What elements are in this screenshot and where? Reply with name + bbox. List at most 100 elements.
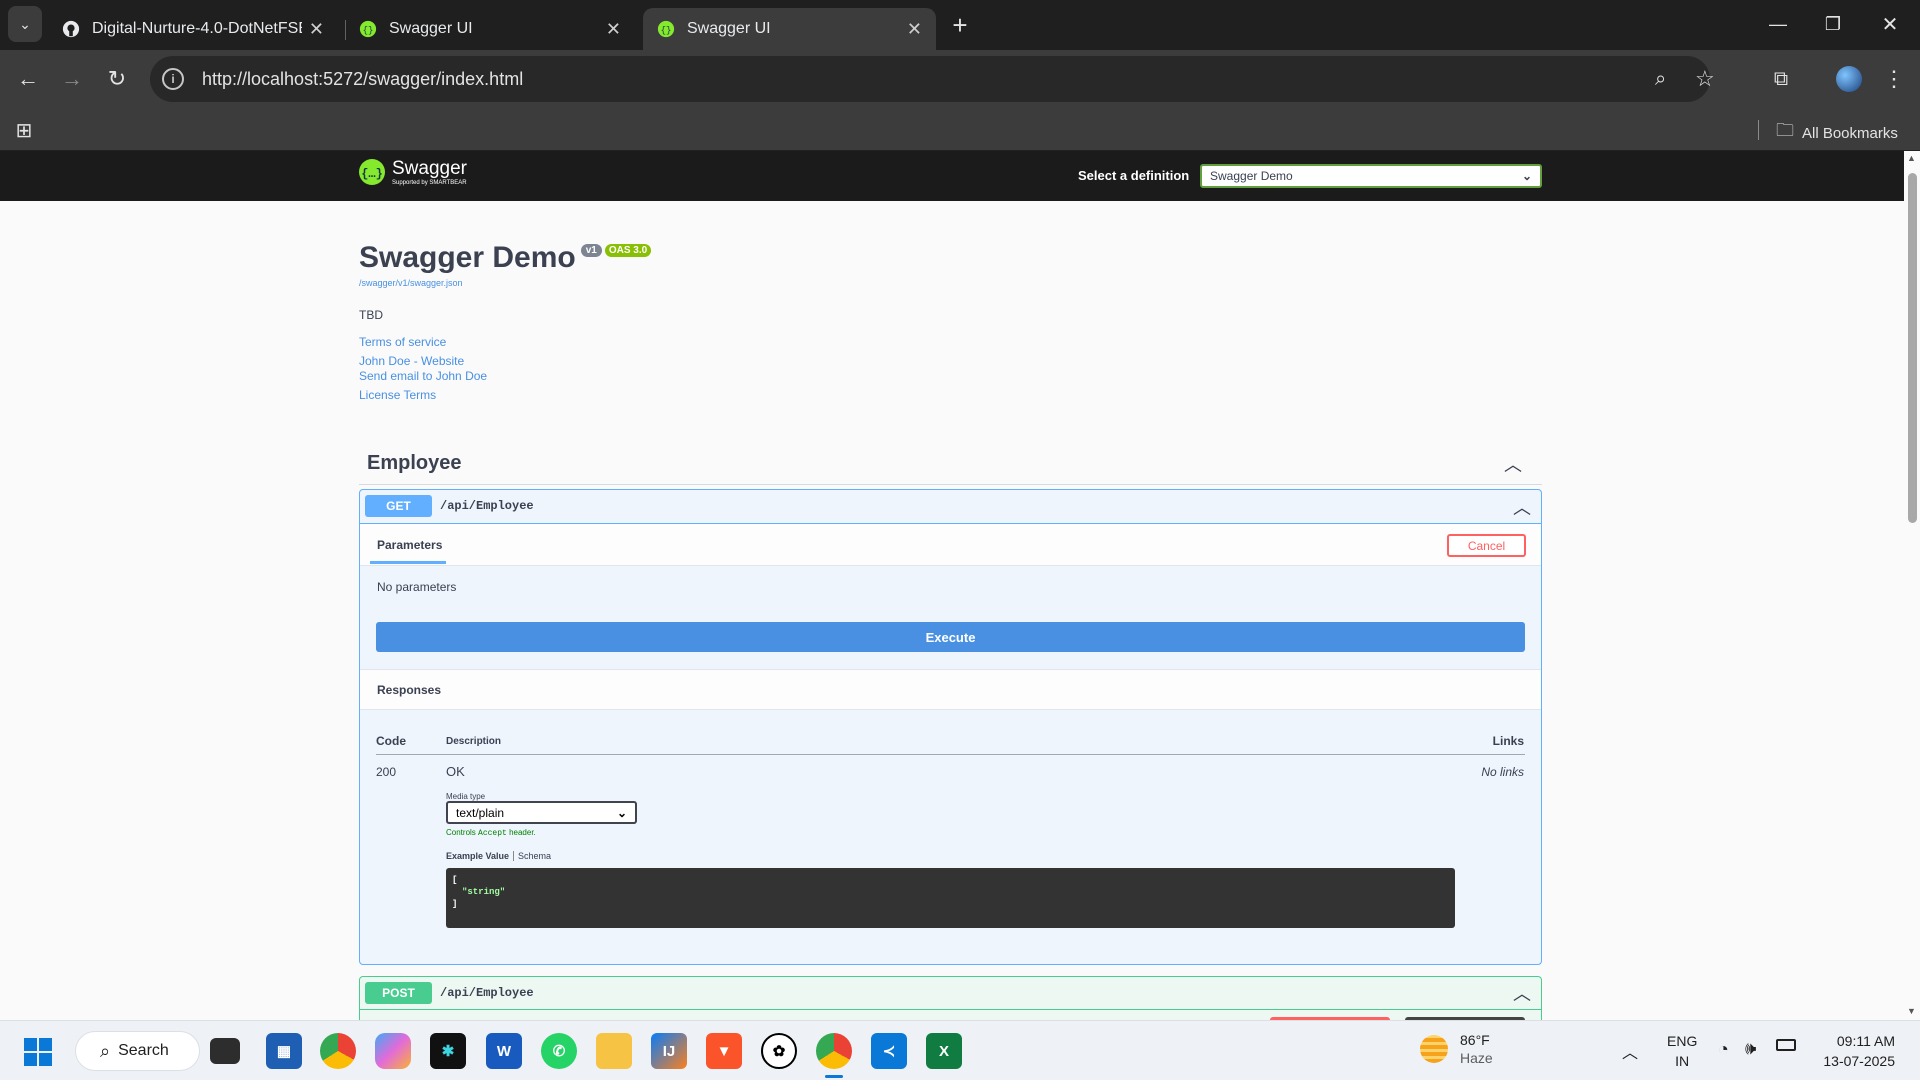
whatsapp-icon[interactable]: ✆ — [541, 1033, 577, 1069]
close-icon[interactable]: ✕ — [907, 19, 922, 40]
swagger-logo-icon: {…} — [359, 159, 385, 185]
chrome-icon[interactable] — [320, 1033, 356, 1069]
excel-icon[interactable]: X — [926, 1033, 962, 1069]
volume-icon[interactable]: 🕪 — [1745, 1038, 1756, 1059]
api-description: TBD — [359, 308, 383, 322]
intellij-icon[interactable]: IJ — [651, 1033, 687, 1069]
svg-text:{…}: {…} — [361, 167, 383, 181]
chevron-up-icon[interactable]: ︿ — [1513, 494, 1531, 520]
page-scrollbar[interactable]: ▲ ▼ — [1904, 151, 1920, 1020]
response-row-200: 200 OK No links Media type text/plain ⌄ … — [376, 755, 1525, 955]
language-indicator[interactable]: ENG IN — [1667, 1031, 1697, 1071]
tab-title: Swagger UI — [389, 20, 473, 37]
controls-accept-note: Controls Accept header. — [446, 828, 536, 838]
swagger-logo-sub: Supported by SMARTBEAR — [392, 179, 467, 186]
media-type-select[interactable]: text/plain ⌄ — [446, 801, 637, 824]
vscode-icon[interactable]: ≺ — [871, 1033, 907, 1069]
profile-avatar[interactable] — [1836, 66, 1862, 92]
minimize-button[interactable]: — — [1760, 6, 1796, 42]
chrome-dev-icon[interactable] — [816, 1033, 852, 1069]
close-icon[interactable]: ✕ — [606, 19, 621, 40]
copilot-icon[interactable] — [375, 1033, 411, 1069]
tag-header-employee[interactable]: Employee ︿ — [359, 443, 1542, 485]
menu-kebab-icon[interactable]: ⋮ — [1876, 61, 1912, 97]
opblock-summary-get[interactable]: GET /api/Employee ︿ — [360, 490, 1541, 524]
brave-icon[interactable]: ▼ — [706, 1033, 742, 1069]
definition-select[interactable]: Swagger Demo ⌄ — [1200, 164, 1542, 188]
show-hidden-icons[interactable]: ︿ — [1622, 1039, 1638, 1063]
word-icon[interactable]: W — [486, 1033, 522, 1069]
page-title: Swagger Demo — [359, 241, 576, 274]
task-view-icon[interactable] — [210, 1038, 240, 1064]
scroll-up-icon[interactable]: ▲ — [1907, 153, 1916, 163]
tab-swagger-2-active[interactable]: {} Swagger UI ✕ — [643, 8, 936, 50]
tab-example-value[interactable]: Example Value — [446, 851, 509, 861]
tab-title: Digital-Nurture-4.0-DotNetFSE/ — [92, 20, 302, 37]
browser-chrome: ⌄ Digital-Nurture-4.0-DotNetFSE/ ✕ {} Sw… — [0, 0, 1920, 151]
tab-swagger-1[interactable]: {} Swagger UI ✕ — [345, 8, 635, 50]
address-bar[interactable]: i http://localhost:5272/swagger/index.ht… — [150, 56, 1715, 102]
method-badge-get: GET — [365, 495, 432, 517]
taskbar-search[interactable]: ⌕ Search — [75, 1031, 200, 1071]
tab-search-button[interactable]: ⌄ — [8, 6, 42, 42]
cancel-button[interactable]: Cancel — [1447, 534, 1526, 557]
new-tab-button[interactable]: + — [942, 7, 978, 43]
store-icon[interactable]: ▦ — [266, 1033, 302, 1069]
battery-icon[interactable] — [1776, 1039, 1796, 1051]
terms-link[interactable]: Terms of service — [359, 335, 1259, 349]
opblock-get: GET /api/Employee ︿ Parameters Cancel No… — [359, 489, 1542, 965]
bookmark-star-icon[interactable]: ☆ — [1695, 66, 1715, 92]
chatgpt-icon[interactable]: ✿ — [761, 1033, 797, 1069]
chevron-down-icon: ⌄ — [616, 805, 627, 820]
parameters-header: Parameters Cancel — [360, 524, 1541, 566]
tag-title: Employee — [367, 452, 462, 474]
forward-button[interactable]: → — [54, 61, 90, 97]
restore-button[interactable]: ❐ — [1815, 6, 1851, 42]
scrollbar-thumb[interactable] — [1908, 173, 1917, 523]
tab-title: Swagger UI — [687, 20, 771, 37]
tab-github[interactable]: Digital-Nurture-4.0-DotNetFSE/ ✕ — [48, 8, 338, 50]
example-code-block: [ "string" ] — [446, 868, 1455, 928]
close-icon[interactable]: ✕ — [309, 19, 324, 40]
windows-taskbar: ⌕ Search ▦ ✱ W ✆ IJ ▼ ✿ ≺ X 86°F Haze ︿ … — [0, 1020, 1920, 1080]
svg-text:{}: {} — [661, 26, 672, 36]
site-info-icon[interactable]: i — [162, 68, 184, 90]
haze-sun-icon — [1420, 1035, 1448, 1063]
github-icon — [62, 20, 80, 38]
tab-parameters[interactable]: Parameters — [377, 538, 442, 552]
zoom-icon[interactable]: ⌕ — [1655, 68, 1666, 91]
method-badge-post: POST — [365, 982, 432, 1004]
file-explorer-icon[interactable] — [596, 1033, 632, 1069]
contact-email-link[interactable]: Send email to John Doe — [359, 369, 1259, 383]
folder-icon: 🗀 — [1776, 120, 1794, 140]
scroll-down-icon[interactable]: ▼ — [1907, 1006, 1916, 1016]
toolbar: ← → ↻ i http://localhost:5272/swagger/in… — [0, 50, 1920, 108]
opblock-summary-post[interactable]: POST /api/Employee ︿ — [360, 977, 1541, 1010]
spec-link[interactable]: /swagger/v1/swagger.json — [359, 278, 1259, 288]
swagger-topbar: {…} Swagger Supported by SMARTBEAR Selec… — [0, 151, 1904, 201]
close-window-button[interactable]: ✕ — [1872, 6, 1908, 42]
extensions-icon[interactable]: ⧉ — [1763, 61, 1799, 97]
tab-schema[interactable]: Schema — [518, 851, 551, 861]
media-type-label: Media type — [446, 792, 486, 801]
reload-button[interactable]: ↻ — [99, 61, 135, 97]
info-section: Swagger Demo v1 OAS 3.0 /swagger/v1/swag… — [359, 241, 1259, 402]
swagger-logo[interactable]: {…} Swagger Supported by SMARTBEAR — [358, 158, 467, 186]
app-icon-black[interactable]: ✱ — [430, 1033, 466, 1069]
version-badge: v1 — [580, 244, 602, 257]
back-button[interactable]: ← — [10, 61, 46, 97]
url-text[interactable]: http://localhost:5272/swagger/index.html — [202, 69, 523, 90]
chevron-up-icon[interactable]: ︿ — [1504, 451, 1522, 477]
all-bookmarks[interactable]: 🗀 All Bookmarks — [1776, 118, 1898, 148]
apps-grid-icon[interactable]: ⊞ — [6, 112, 42, 148]
license-link[interactable]: License Terms — [359, 388, 1259, 402]
wifi-icon[interactable]: ◔ — [1718, 1039, 1729, 1060]
weather-widget[interactable]: 86°F Haze — [1420, 1031, 1493, 1067]
start-windows-icon[interactable] — [24, 1038, 52, 1066]
clock[interactable]: 09:11 AM 13-07-2025 — [1815, 1031, 1895, 1071]
execute-button[interactable]: Execute — [376, 622, 1525, 652]
chevron-up-icon[interactable]: ︿ — [1513, 980, 1531, 1006]
response-description: OK — [446, 764, 465, 779]
contact-website-link[interactable]: John Doe - Website — [359, 354, 1259, 368]
active-app-indicator — [825, 1075, 843, 1078]
